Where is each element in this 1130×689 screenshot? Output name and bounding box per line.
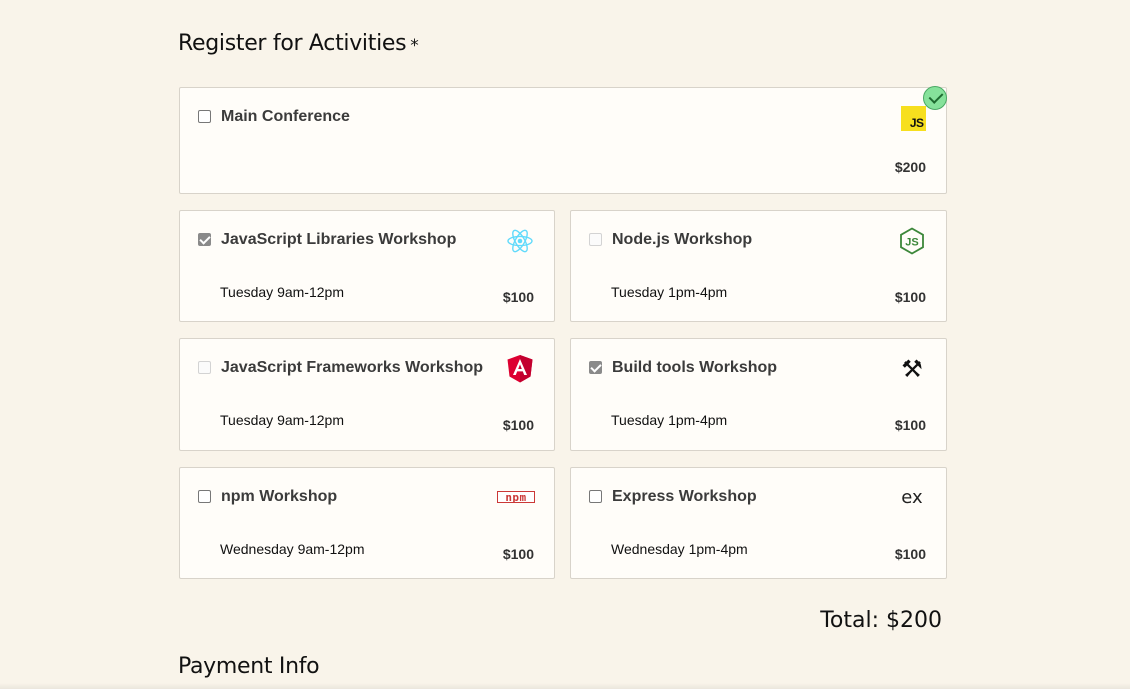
- activity-name: npm Workshop: [221, 488, 338, 505]
- activity-card-js-frameworks[interactable]: JavaScript Frameworks Workshop Tuesday 9…: [179, 338, 555, 451]
- activity-card-express[interactable]: Express Workshop ex Wednesday 1pm-4pm $1…: [570, 467, 947, 579]
- activity-price: $100: [502, 546, 534, 562]
- javascript-logo-text: JS: [909, 115, 924, 130]
- activity-time: Tuesday 1pm-4pm: [611, 412, 728, 428]
- register-activities-heading: Register for Activities *: [178, 31, 419, 56]
- activity-name: Express Workshop: [612, 488, 757, 505]
- activity-card-build-tools[interactable]: Build tools Workshop ⚒ Tuesday 1pm-4pm $…: [570, 338, 947, 451]
- express-icon: ex: [898, 484, 926, 512]
- activity-time: Wednesday 1pm-4pm: [611, 541, 748, 557]
- nodejs-checkbox[interactable]: [589, 233, 602, 246]
- required-marker: *: [410, 36, 419, 56]
- npm-checkbox[interactable]: [198, 490, 211, 503]
- javascript-icon: JS: [900, 105, 926, 131]
- js-libraries-checkbox[interactable]: [198, 233, 211, 246]
- activity-time: Tuesday 9am-12pm: [220, 412, 344, 428]
- activity-card-main-conference[interactable]: Main Conference JS $200: [179, 87, 947, 194]
- activity-price: $100: [894, 546, 926, 562]
- activity-name: JavaScript Libraries Workshop: [221, 231, 457, 248]
- express-checkbox[interactable]: [589, 490, 602, 503]
- activity-price: $100: [894, 289, 926, 305]
- activity-name: JavaScript Frameworks Workshop: [221, 359, 484, 376]
- activity-card-nodejs[interactable]: Node.js Workshop JS Tuesday 1pm-4pm $100: [570, 210, 947, 322]
- activity-card-js-libraries[interactable]: JavaScript Libraries Workshop Tuesday 9a…: [179, 210, 555, 322]
- activity-price: $100: [502, 417, 534, 433]
- build-tools-checkbox[interactable]: [589, 361, 602, 374]
- activity-price: $100: [502, 289, 534, 305]
- activity-name: Main Conference: [221, 108, 350, 125]
- activity-card-npm[interactable]: npm Workshop npm Wednesday 9am-12pm $100: [179, 467, 555, 579]
- activity-price: $200: [894, 159, 926, 175]
- svg-text:ex: ex: [901, 487, 923, 508]
- js-frameworks-checkbox[interactable]: [198, 361, 211, 374]
- register-activities-title: Register for Activities: [178, 31, 407, 56]
- activity-name: Node.js Workshop: [612, 231, 753, 248]
- activity-name: Build tools Workshop: [612, 359, 778, 376]
- angular-icon: [506, 355, 534, 383]
- svg-text:JS: JS: [905, 237, 918, 249]
- activity-time: Wednesday 9am-12pm: [220, 541, 365, 557]
- payment-info-heading: Payment Info: [178, 654, 320, 679]
- main-conference-checkbox[interactable]: [198, 110, 211, 123]
- nodejs-icon: JS: [898, 227, 926, 255]
- bottom-shadow: [0, 683, 1130, 689]
- svg-text:npm: npm: [505, 491, 526, 504]
- react-icon: [506, 227, 534, 255]
- npm-icon: npm: [496, 484, 536, 512]
- activity-time: Tuesday 9am-12pm: [220, 284, 344, 300]
- total-cost: Total: $200: [820, 608, 942, 633]
- valid-checkmark-icon: [923, 86, 947, 110]
- activity-time: Tuesday 1pm-4pm: [611, 284, 728, 300]
- hammer-wrench-icon: ⚒: [901, 355, 923, 383]
- activity-price: $100: [894, 417, 926, 433]
